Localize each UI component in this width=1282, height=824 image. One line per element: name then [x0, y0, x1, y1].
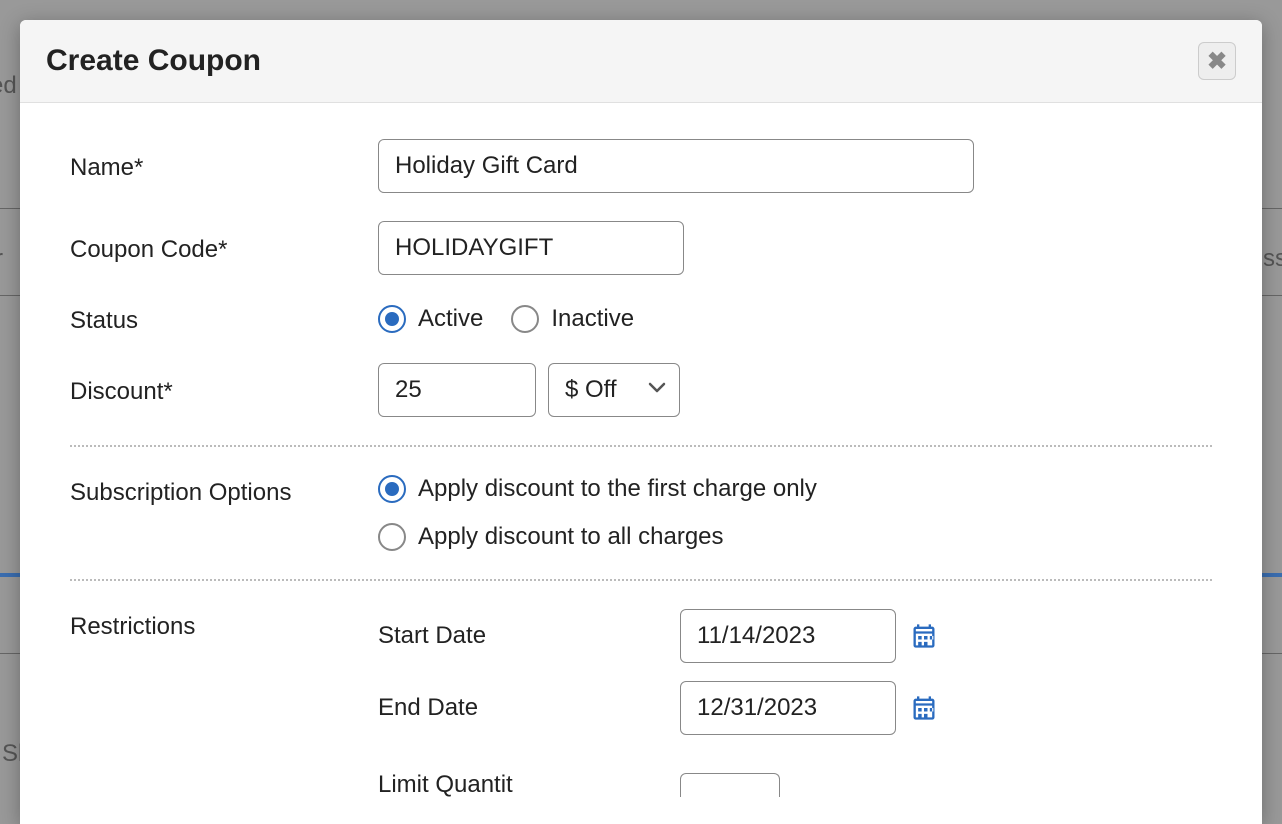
- subscription-first-only-label: Apply discount to the first charge only: [418, 475, 817, 503]
- radio-icon: [378, 475, 406, 503]
- coupon-code-row: Coupon Code*: [70, 221, 1212, 275]
- coupon-code-label: Coupon Code*: [70, 232, 378, 264]
- coupon-code-input[interactable]: [378, 221, 684, 275]
- divider: [70, 445, 1212, 447]
- discount-label: Discount*: [70, 374, 378, 406]
- status-row: Status Active Inactive: [70, 303, 1212, 335]
- calendar-icon[interactable]: [910, 622, 938, 650]
- status-active-radio[interactable]: Active: [378, 305, 483, 333]
- limit-quantity-label: Limit Quantit: [378, 771, 666, 799]
- name-label: Name*: [70, 150, 378, 182]
- close-icon: ✖: [1207, 47, 1227, 76]
- limit-quantity-row: Limit Quantit: [378, 771, 938, 799]
- subscription-options-row: Subscription Options Apply discount to t…: [70, 475, 1212, 551]
- create-coupon-modal: Create Coupon ✖ Name* Coupon Code* Statu…: [20, 20, 1262, 824]
- status-inactive-radio[interactable]: Inactive: [511, 305, 634, 333]
- restrictions-row: Restrictions Start Date End Date: [70, 609, 1212, 799]
- close-button[interactable]: ✖: [1198, 42, 1236, 80]
- name-input[interactable]: [378, 139, 974, 193]
- radio-icon: [378, 523, 406, 551]
- modal-title: Create Coupon: [46, 44, 261, 78]
- status-label: Status: [70, 303, 378, 335]
- name-row: Name*: [70, 139, 1212, 193]
- calendar-icon[interactable]: [910, 694, 938, 722]
- start-date-input[interactable]: [680, 609, 896, 663]
- backdrop-text: r: [0, 245, 3, 273]
- end-date-label: End Date: [378, 694, 666, 722]
- limit-quantity-input[interactable]: [680, 773, 780, 797]
- discount-type-select[interactable]: $ Off: [548, 363, 680, 417]
- discount-amount-input[interactable]: [378, 363, 536, 417]
- start-date-label: Start Date: [378, 622, 666, 650]
- restrictions-label: Restrictions: [70, 609, 378, 641]
- radio-icon: [378, 305, 406, 333]
- status-inactive-label: Inactive: [551, 305, 634, 333]
- radio-icon: [511, 305, 539, 333]
- modal-header: Create Coupon ✖: [20, 20, 1262, 103]
- end-date-row: End Date: [378, 681, 938, 735]
- discount-row: Discount* $ Off: [70, 363, 1212, 417]
- discount-type-value: $ Off: [548, 363, 680, 417]
- subscription-all-charges-label: Apply discount to all charges: [418, 523, 724, 551]
- backdrop-text: ed: [0, 72, 17, 100]
- subscription-all-charges-radio[interactable]: Apply discount to all charges: [378, 523, 724, 551]
- subscription-options-label: Subscription Options: [70, 475, 378, 507]
- end-date-input[interactable]: [680, 681, 896, 735]
- divider: [70, 579, 1212, 581]
- start-date-row: Start Date: [378, 609, 938, 663]
- status-active-label: Active: [418, 305, 483, 333]
- modal-body: Name* Coupon Code* Status Active: [20, 103, 1262, 824]
- subscription-first-only-radio[interactable]: Apply discount to the first charge only: [378, 475, 817, 503]
